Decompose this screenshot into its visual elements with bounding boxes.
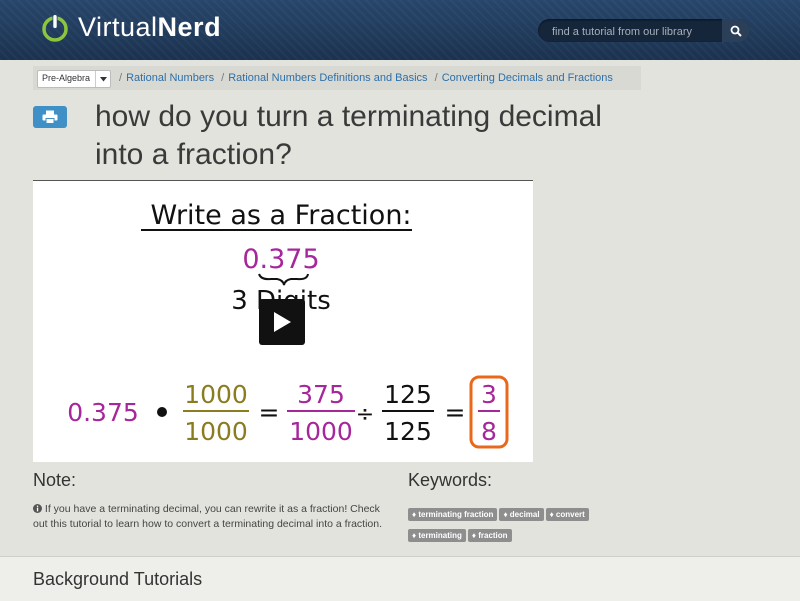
note-heading: Note: [33, 470, 77, 490]
video-player[interactable]: Write as a Fraction: 0.375 3 Digits 0.37… [33, 180, 533, 462]
background-tutorials-heading: Background Tutorials [33, 569, 203, 589]
background-tutorials-section: Background Tutorials [0, 556, 800, 601]
eq-equals-1: = [259, 398, 280, 427]
eq-factor-num: 1000 [184, 380, 248, 409]
site-header: VirtualNerd [0, 0, 800, 60]
subject-select-value: Pre-Algebra [42, 73, 91, 83]
keyword-tag[interactable]: ♦ convert [545, 508, 589, 521]
logo[interactable]: VirtualNerd [40, 12, 221, 43]
eq-equals-2: = [445, 398, 466, 427]
printer-icon [42, 110, 58, 124]
page-title: how do you turn a terminating decimal in… [95, 100, 602, 171]
keyword-tag[interactable]: ♦ fraction [467, 529, 512, 542]
note-text-block: If you have a terminating decimal, you c… [33, 502, 393, 532]
chevron-down-icon [95, 71, 110, 87]
eq-factor-den: 1000 [184, 417, 248, 446]
eq-mid-num: 375 [297, 380, 345, 409]
search-bar [538, 19, 750, 42]
search-button[interactable] [722, 19, 750, 42]
subject-select[interactable]: Pre-Algebra [37, 70, 111, 88]
play-button[interactable] [259, 299, 305, 345]
eq-divide: ÷ [356, 402, 374, 427]
keyword-tag[interactable]: ♦ terminating fraction [408, 508, 498, 521]
video-decimal: 0.375 [242, 244, 319, 275]
breadcrumb-trail: / Rational Numbers / Rational Numbers Defi… [119, 72, 613, 84]
eq-result-den: 8 [481, 417, 497, 446]
breadcrumb-link-rational-numbers[interactable]: Rational Numbers [126, 72, 214, 84]
eq-div-den: 125 [384, 417, 432, 446]
breadcrumb-link-definitions-basics[interactable]: Rational Numbers Definitions and Basics [228, 72, 427, 84]
info-icon [33, 504, 42, 513]
eq-mid-den: 1000 [289, 417, 353, 446]
tag-icon: ♦ [549, 510, 554, 519]
tag-icon: ♦ [471, 531, 476, 540]
search-icon [730, 25, 742, 37]
power-icon [42, 13, 68, 42]
breadcrumb: Pre-Algebra / Rational Numbers / Rational … [33, 66, 641, 90]
note-text: If you have a terminating decimal, you c… [33, 503, 383, 530]
logo-text: VirtualNerd [78, 12, 222, 42]
breadcrumb-link-converting-decimals[interactable]: Converting Decimals and Fractions [442, 72, 613, 84]
play-icon [274, 312, 291, 332]
keyword-tag[interactable]: ♦ decimal [499, 508, 544, 521]
print-button[interactable] [33, 106, 67, 128]
eq-result-num: 3 [481, 380, 497, 409]
keywords-list: ♦ terminating fraction ♦ decimal ♦ convert… [408, 504, 638, 546]
keyword-tag[interactable]: ♦ terminating [408, 529, 466, 542]
tag-icon: ♦ [412, 531, 417, 540]
tag-icon: ♦ [503, 510, 508, 519]
keywords-heading: Keywords: [408, 470, 493, 490]
video-heading: Write as a Fraction: [150, 200, 411, 231]
eq-div-num: 125 [384, 380, 432, 409]
eq-left: 0.375 [67, 398, 139, 427]
search-input[interactable] [550, 22, 719, 41]
tag-icon: ♦ [412, 510, 417, 519]
